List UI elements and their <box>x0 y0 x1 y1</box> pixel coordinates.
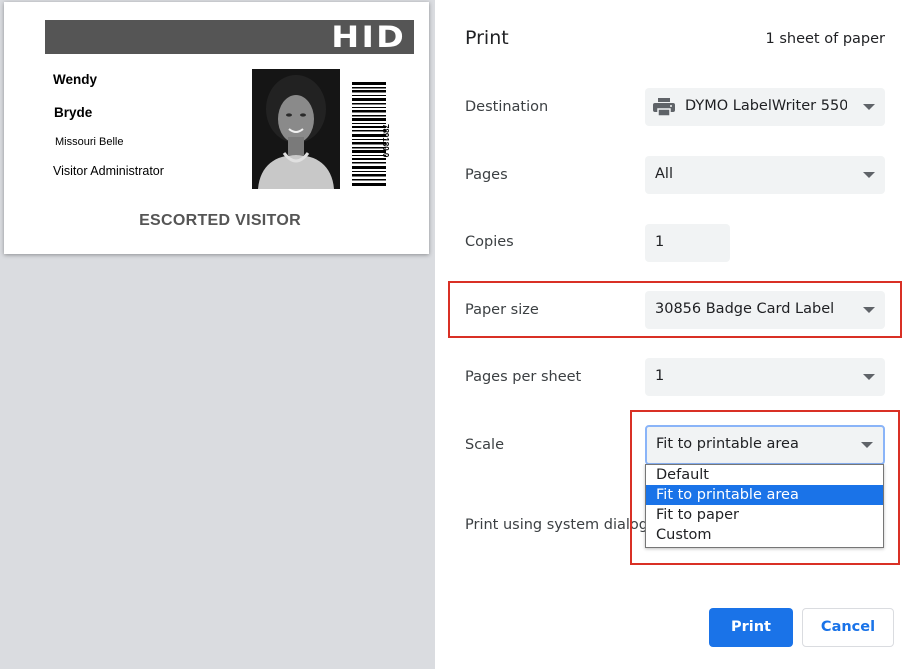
badge-status: ESCORTED VISITOR <box>139 212 301 229</box>
printer-icon <box>653 98 675 116</box>
copies-value: 1 <box>655 234 665 250</box>
destination-select[interactable]: DYMO LabelWriter 550 <box>645 88 885 126</box>
paper-size-highlight <box>448 281 902 338</box>
chevron-down-icon <box>863 374 875 380</box>
destination-label: Destination <box>465 99 549 115</box>
pages-select[interactable]: All <box>645 156 885 194</box>
print-button[interactable]: Print <box>709 608 793 647</box>
chevron-down-icon <box>863 104 875 110</box>
pages-per-sheet-value: 1 <box>655 368 665 384</box>
pages-label: Pages <box>465 167 508 183</box>
pages-per-sheet-label: Pages per sheet <box>465 369 582 385</box>
badge-photo <box>252 69 340 189</box>
pages-per-sheet-select[interactable]: 1 <box>645 358 885 396</box>
sheet-count: 1 sheet of paper <box>765 31 885 47</box>
hid-logo: HID <box>331 20 406 54</box>
pages-value: All <box>655 166 673 182</box>
print-preview-pane: HID Wendy Bryde Missouri Belle Visitor A… <box>0 0 435 669</box>
badge-barcode-number: 789180 0 <box>381 124 390 158</box>
badge-last-name: Bryde <box>54 105 93 120</box>
scale-highlight <box>630 410 900 565</box>
badge-preview: HID Wendy Bryde Missouri Belle Visitor A… <box>4 2 429 254</box>
scale-label: Scale <box>465 437 505 453</box>
chevron-down-icon <box>863 172 875 178</box>
copies-label: Copies <box>465 234 514 250</box>
badge-company: Missouri Belle <box>55 136 124 148</box>
dialog-title: Print <box>465 27 509 49</box>
hid-logo-bar: HID <box>45 20 414 54</box>
badge-job-title: Visitor Administrator <box>53 164 164 178</box>
print-settings-panel: Print 1 sheet of paper Destination DYMO … <box>435 0 915 669</box>
destination-value: DYMO LabelWriter 550 <box>685 98 847 114</box>
system-dialog-link[interactable]: Print using system dialog <box>465 517 648 533</box>
copies-input[interactable]: 1 <box>645 224 730 262</box>
cancel-button[interactable]: Cancel <box>802 608 894 647</box>
badge-first-name: Wendy <box>53 72 98 87</box>
